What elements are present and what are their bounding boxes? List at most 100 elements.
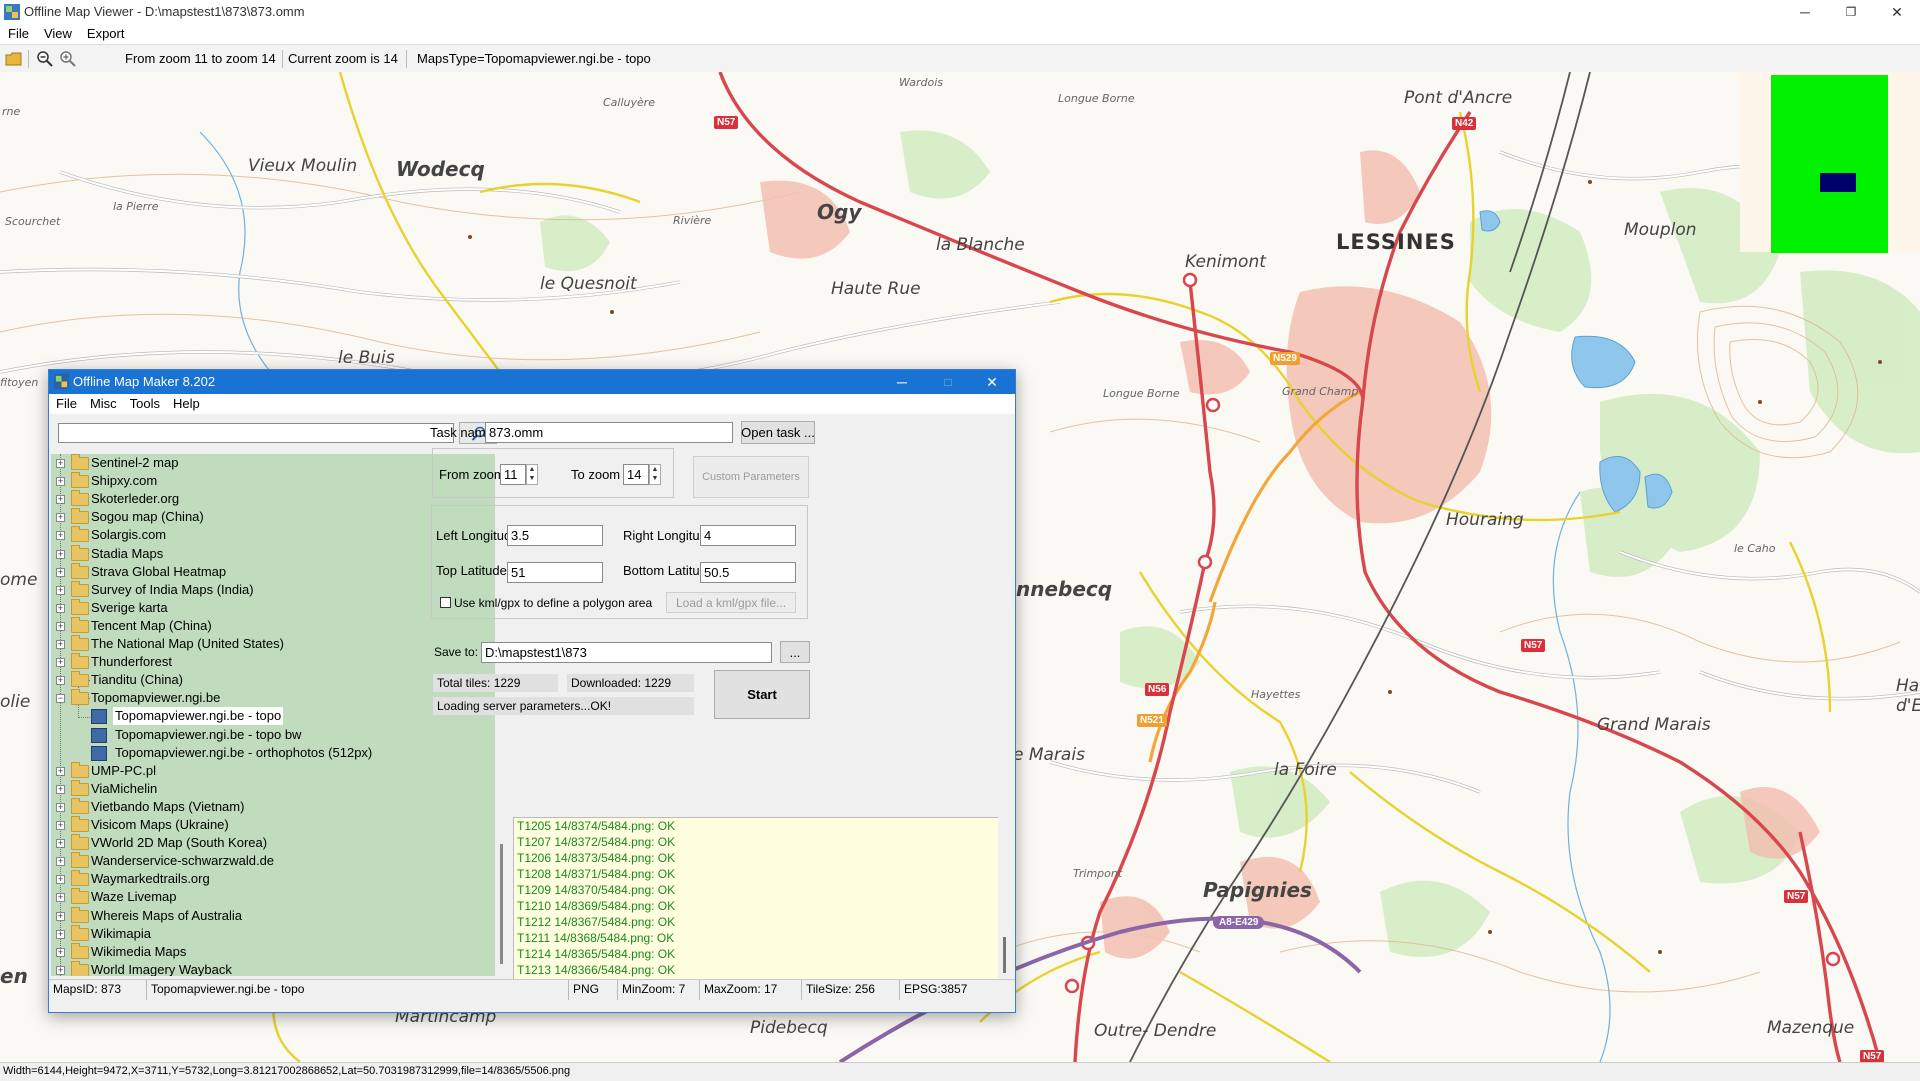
expand-icon[interactable]: + (56, 585, 65, 595)
tree-item[interactable]: + Wikimedia Maps (51, 942, 491, 961)
expand-icon[interactable]: + (56, 495, 65, 505)
close-button[interactable]: ✕ (1874, 0, 1920, 24)
maximize-button[interactable]: ❐ (1828, 0, 1874, 24)
menu-file[interactable]: File (0, 24, 36, 43)
expand-icon[interactable]: + (56, 621, 65, 631)
zoom-out-icon[interactable] (36, 50, 54, 68)
tree-scrollbar-thumb[interactable] (500, 844, 503, 964)
tree-item[interactable]: + Thunderforest (51, 653, 491, 671)
expand-icon[interactable]: + (56, 567, 65, 577)
right-longitude-input[interactable]: 4 (700, 525, 796, 546)
log-line: T1211 14/8368/5484.png: OK (517, 931, 675, 945)
tree-item[interactable]: + Vietbando Maps (Vietnam) (51, 797, 491, 816)
left-longitude-input[interactable]: 3.5 (507, 525, 603, 546)
overview-viewport-marker[interactable] (1820, 173, 1856, 192)
expand-icon[interactable]: + (56, 875, 65, 885)
download-log[interactable]: T1205 14/8374/5484.png: OK T1207 14/8372/… (513, 817, 1003, 981)
tree-item[interactable]: + Tianditu (China) (51, 671, 491, 689)
browse-folder-button[interactable]: ... (780, 641, 810, 663)
tree-item[interactable]: + Visicom Maps (Ukraine) (51, 816, 491, 834)
dialog-menu-tools[interactable]: Tools (123, 394, 166, 413)
expand-icon[interactable]: + (56, 802, 65, 812)
top-latitude-input[interactable]: 51 (507, 562, 603, 583)
save-to-input[interactable]: D:\mapstest1\873 (481, 642, 772, 663)
expand-icon[interactable]: + (56, 477, 65, 487)
tree-item[interactable]: − Topomapviewer.ngi.be (51, 689, 491, 707)
tree-item[interactable]: + World Imagery Wayback (51, 960, 491, 976)
map-search-input[interactable] (58, 423, 454, 443)
expand-icon[interactable]: + (56, 531, 65, 541)
stepper-down-icon[interactable]: ▼ (529, 475, 536, 482)
expand-icon[interactable]: + (56, 965, 65, 975)
tree-item[interactable]: + Sentinel-2 map (51, 454, 491, 472)
dialog-menu-help[interactable]: Help (166, 394, 206, 413)
to-zoom-input[interactable]: 14 (623, 464, 649, 485)
tree-item[interactable]: + Wikimapia (51, 924, 491, 943)
expand-icon[interactable]: + (56, 603, 65, 613)
tree-item[interactable]: + Skoterleder.org (51, 490, 491, 508)
dialog-menu-file[interactable]: File (49, 394, 83, 413)
tree-item[interactable]: + UMP-PC.pl (51, 761, 491, 780)
tree-item[interactable]: Topomapviewer.ngi.be - topo (51, 707, 491, 726)
open-task-button[interactable]: Open task ... (741, 421, 815, 444)
map-source-tree[interactable]: + Sentinel-2 map + Shipxy.com + Skoterleder.o… (51, 454, 495, 976)
from-zoom-stepper[interactable]: ▲ ▼ (526, 464, 538, 485)
kml-polygon-checkbox[interactable] (440, 597, 451, 608)
tree-item[interactable]: + Waze Livemap (51, 888, 491, 906)
tree-item[interactable]: + Strava Global Heatmap (51, 562, 491, 581)
tree-item[interactable]: + Sogou map (China) (51, 508, 491, 526)
expand-icon[interactable]: + (56, 821, 65, 830)
tree-item[interactable]: + Wanderservice-schwarzwald.de (51, 852, 491, 870)
expand-icon[interactable]: + (56, 640, 65, 649)
open-folder-icon[interactable] (5, 50, 23, 68)
stepper-down-icon[interactable]: ▼ (652, 475, 659, 482)
expand-icon[interactable]: + (56, 784, 65, 794)
tree-item[interactable]: + VWorld 2D Map (South Korea) (51, 834, 491, 852)
stepper-up-icon[interactable]: ▲ (529, 466, 536, 473)
expand-icon[interactable]: + (56, 658, 65, 668)
tree-item[interactable]: + The National Map (United States) (51, 635, 491, 653)
tree-item[interactable]: + Shipxy.com (51, 472, 491, 490)
expand-icon[interactable]: + (56, 459, 65, 468)
place-label: Trimpont (1073, 867, 1123, 880)
dialog-menu-misc[interactable]: Misc (83, 394, 123, 413)
dialog-close-button[interactable]: ✕ (969, 370, 1015, 394)
tree-item[interactable]: + Whereis Maps of Australia (51, 906, 491, 925)
dialog-title-bar[interactable]: Offline Map Maker 8.202 ─ □ ✕ (49, 370, 1015, 394)
log-scrollbar[interactable] (998, 817, 1014, 979)
tree-item[interactable]: + Survey of India Maps (India) (51, 580, 491, 599)
tree-item[interactable]: + Tencent Map (China) (51, 616, 491, 635)
tree-item-label: Skoterleder.org (91, 491, 180, 507)
expand-icon[interactable]: + (56, 549, 65, 559)
dialog-minimize-button[interactable]: ─ (879, 370, 925, 394)
tree-item[interactable]: Topomapviewer.ngi.be - orthophotos (512p… (51, 744, 491, 762)
overview-minimap[interactable] (1740, 72, 1920, 253)
minimize-button[interactable]: ─ (1782, 0, 1828, 24)
expand-icon[interactable]: + (56, 766, 65, 776)
stepper-up-icon[interactable]: ▲ (652, 466, 659, 473)
menu-view[interactable]: View (36, 24, 79, 43)
start-button[interactable]: Start (714, 670, 810, 719)
tree-item[interactable]: + ViaMichelin (51, 779, 491, 798)
tree-item[interactable]: + Solargis.com (51, 526, 491, 544)
from-zoom-input[interactable]: 11 (500, 464, 526, 485)
to-zoom-stepper[interactable]: ▲ ▼ (649, 464, 661, 485)
expand-icon[interactable]: + (56, 857, 65, 867)
collapse-icon[interactable]: − (56, 694, 65, 704)
tree-item[interactable]: Topomapviewer.ngi.be - topo bw (51, 726, 491, 744)
tree-item[interactable]: + Waymarkedtrails.org (51, 870, 491, 888)
tree-item[interactable]: + Stadia Maps (51, 544, 491, 563)
expand-icon[interactable]: + (56, 513, 65, 523)
zoom-in-icon[interactable] (59, 50, 77, 68)
expand-icon[interactable]: + (56, 839, 65, 849)
expand-icon[interactable]: + (56, 893, 65, 903)
expand-icon[interactable]: + (56, 676, 65, 686)
expand-icon[interactable]: + (56, 929, 65, 939)
task-name-input[interactable]: 873.omm (485, 422, 733, 443)
tree-item[interactable]: + Sverige karta (51, 598, 491, 617)
expand-icon[interactable]: + (56, 947, 65, 957)
menu-export[interactable]: Export (79, 24, 132, 43)
expand-icon[interactable]: + (56, 911, 65, 921)
log-scrollbar-thumb[interactable] (1003, 937, 1006, 973)
bottom-latitude-input[interactable]: 50.5 (700, 562, 796, 583)
